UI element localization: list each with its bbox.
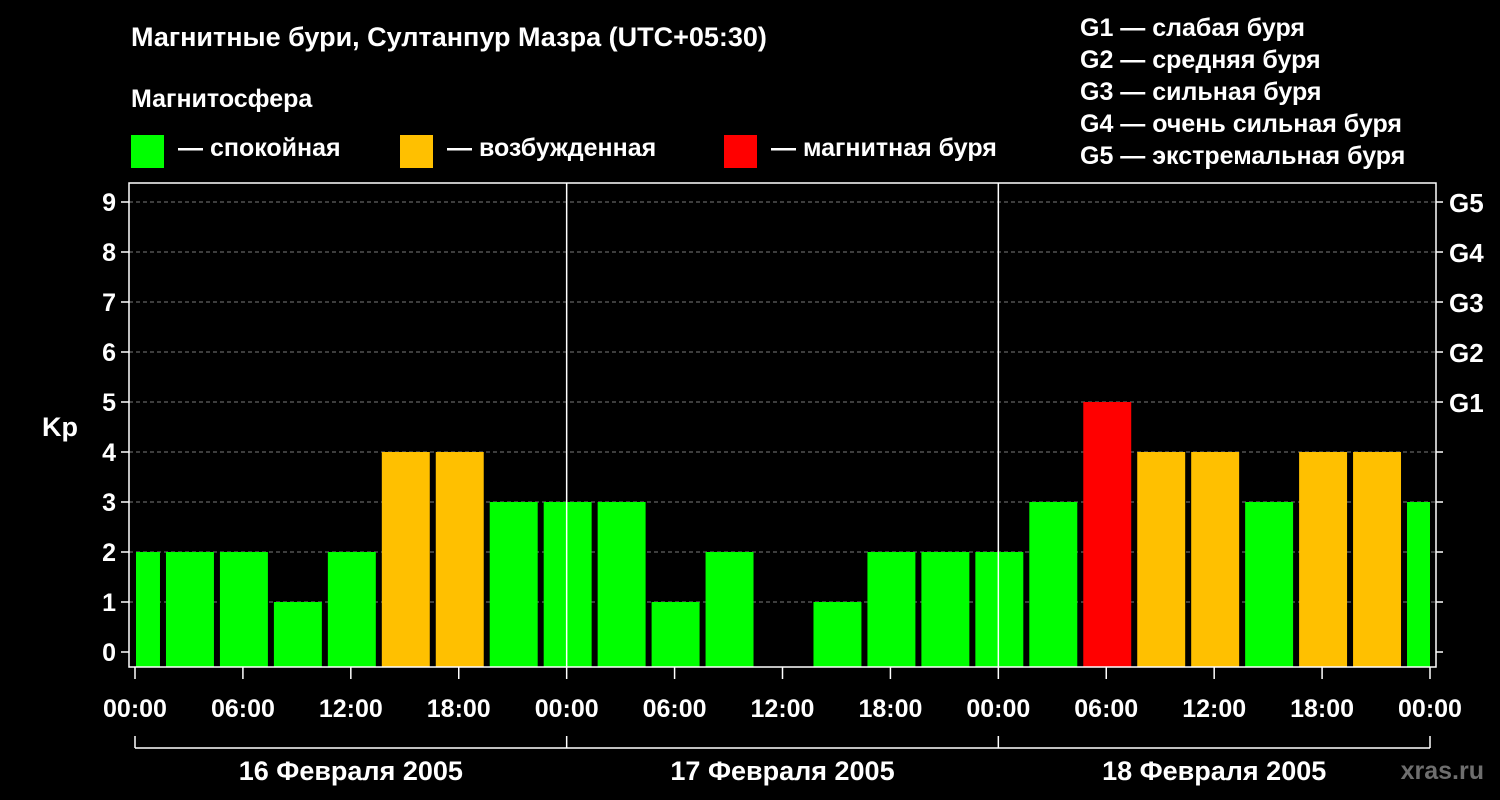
y-tick-label: 0 <box>102 639 116 667</box>
kp-chart: 0 1 2 3 4 5 6 7 8 9 G1 G2 G3 G4 G5 00:00 06:00 12:00 18:00… <box>102 182 1484 786</box>
x-tick-label: 00:00 <box>535 695 599 723</box>
y-tick-label: 6 <box>102 339 116 367</box>
x-tick-label: 18:00 <box>427 695 491 723</box>
kp-bar <box>1245 502 1294 667</box>
kp-bar <box>543 502 592 667</box>
x-tick-label: 12:00 <box>319 695 383 723</box>
x-tick-label: 18:00 <box>1290 695 1354 723</box>
kp-bar <box>489 502 538 667</box>
kp-bar <box>327 552 376 667</box>
kp-bar <box>1191 452 1240 667</box>
y-tick-label: 5 <box>102 389 116 417</box>
plot-frame <box>128 182 1437 668</box>
x-tick-label: 12:00 <box>751 695 815 723</box>
date-label: 18 Февраля 2005 <box>1102 756 1326 786</box>
kp-bar <box>1029 502 1078 667</box>
g-tick-label: G3 <box>1449 288 1484 318</box>
x-tick-label: 00:00 <box>1398 695 1462 723</box>
kp-bar <box>273 602 322 667</box>
date-label: 16 Февраля 2005 <box>239 756 463 786</box>
bar-group <box>136 402 1430 667</box>
y-tick-label: 2 <box>102 539 116 567</box>
kp-bar <box>381 452 430 667</box>
kp-bar <box>813 602 862 667</box>
g-tick-label: G2 <box>1449 338 1484 368</box>
kp-bar <box>1299 452 1348 667</box>
kp-bar <box>1353 452 1402 667</box>
kp-bar <box>435 452 484 667</box>
y-tick-label: 3 <box>102 489 116 517</box>
x-tick-label: 18:00 <box>858 695 922 723</box>
g-tick-label: G4 <box>1449 238 1484 268</box>
x-tick-label: 12:00 <box>1182 695 1246 723</box>
kp-bar <box>1407 502 1430 667</box>
g-tick-label: G1 <box>1449 388 1484 418</box>
x-tick-label: 06:00 <box>643 695 707 723</box>
x-tick-label: 00:00 <box>966 695 1030 723</box>
kp-bar <box>921 552 970 667</box>
kp-bar <box>165 552 214 667</box>
x-tick-label: 00:00 <box>103 695 167 723</box>
y-tick-label: 9 <box>102 189 116 217</box>
kp-bar <box>136 552 160 667</box>
kp-bar <box>1137 452 1186 667</box>
kp-bar <box>867 552 916 667</box>
kp-bar <box>219 552 268 667</box>
y-tick-label: 4 <box>102 439 116 467</box>
y-tick-label: 1 <box>102 589 116 617</box>
x-tick-label: 06:00 <box>211 695 275 723</box>
kp-bar <box>1083 402 1132 667</box>
kp-bar <box>597 502 646 667</box>
kp-bar <box>975 552 1024 667</box>
g-tick-label: G5 <box>1449 188 1484 218</box>
x-tick-label: 06:00 <box>1074 695 1138 723</box>
kp-bar <box>705 552 754 667</box>
y-tick-label: 7 <box>102 289 116 317</box>
date-label: 17 Февраля 2005 <box>670 756 894 786</box>
kp-bar <box>651 602 700 667</box>
y-tick-label: 8 <box>102 239 116 267</box>
